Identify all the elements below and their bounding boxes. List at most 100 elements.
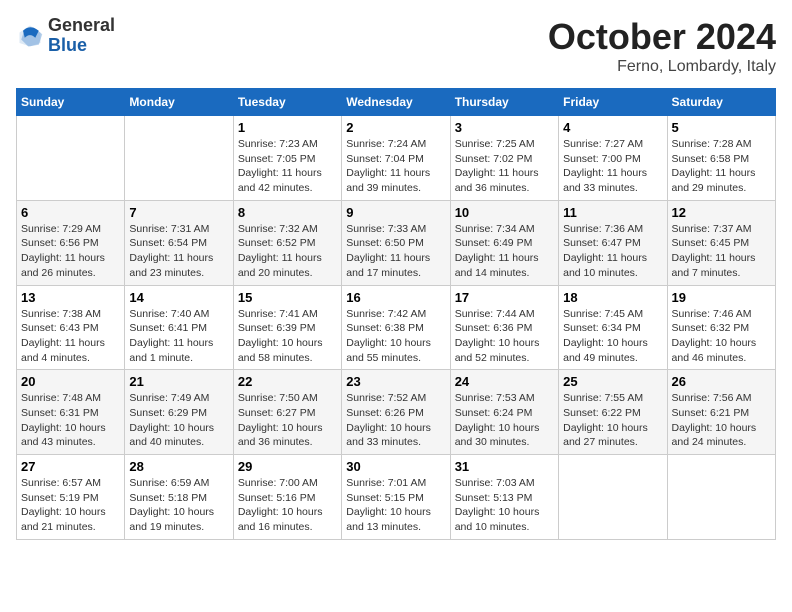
- day-number: 4: [563, 120, 662, 135]
- location: Ferno, Lombardy, Italy: [548, 58, 776, 76]
- day-detail: Sunrise: 7:53 AM Sunset: 6:24 PM Dayligh…: [455, 391, 554, 450]
- day-detail: Sunrise: 7:32 AM Sunset: 6:52 PM Dayligh…: [238, 222, 337, 281]
- day-detail: Sunrise: 7:46 AM Sunset: 6:32 PM Dayligh…: [672, 307, 771, 366]
- day-number: 29: [238, 459, 337, 474]
- day-cell: 5 Sunrise: 7:28 AM Sunset: 6:58 PM Daylig…: [667, 116, 775, 201]
- header: General Blue October 2024 Ferno, Lombard…: [16, 16, 776, 76]
- day-number: 2: [346, 120, 445, 135]
- day-detail: Sunrise: 7:28 AM Sunset: 6:58 PM Dayligh…: [672, 137, 771, 196]
- day-number: 8: [238, 205, 337, 220]
- day-cell: [559, 455, 667, 540]
- day-detail: Sunrise: 7:01 AM Sunset: 5:15 PM Dayligh…: [346, 476, 445, 535]
- day-number: 10: [455, 205, 554, 220]
- day-number: 5: [672, 120, 771, 135]
- day-number: 23: [346, 374, 445, 389]
- day-cell: 27 Sunrise: 6:57 AM Sunset: 5:19 PM Dayli…: [17, 455, 125, 540]
- day-cell: [17, 116, 125, 201]
- day-cell: 3 Sunrise: 7:25 AM Sunset: 7:02 PM Daylig…: [450, 116, 558, 201]
- day-cell: 12Sunrise: 7:37 AM Sunset: 6:45 PM Dayli…: [667, 200, 775, 285]
- day-cell: 15Sunrise: 7:41 AM Sunset: 6:39 PM Dayli…: [233, 285, 341, 370]
- day-detail: Sunrise: 7:34 AM Sunset: 6:49 PM Dayligh…: [455, 222, 554, 281]
- weekday-header-tuesday: Tuesday: [233, 89, 341, 116]
- day-detail: Sunrise: 6:59 AM Sunset: 5:18 PM Dayligh…: [129, 476, 228, 535]
- day-detail: Sunrise: 7:44 AM Sunset: 6:36 PM Dayligh…: [455, 307, 554, 366]
- day-cell: 29 Sunrise: 7:00 AM Sunset: 5:16 PM Dayli…: [233, 455, 341, 540]
- title-area: October 2024 Ferno, Lombardy, Italy: [548, 16, 776, 76]
- day-cell: 1 Sunrise: 7:23 AM Sunset: 7:05 PM Daylig…: [233, 116, 341, 201]
- week-row-1: 1 Sunrise: 7:23 AM Sunset: 7:05 PM Daylig…: [17, 116, 776, 201]
- day-number: 27: [21, 459, 120, 474]
- day-number: 13: [21, 290, 120, 305]
- day-cell: 31 Sunrise: 7:03 AM Sunset: 5:13 PM Dayli…: [450, 455, 558, 540]
- day-detail: Sunrise: 7:23 AM Sunset: 7:05 PM Dayligh…: [238, 137, 337, 196]
- logo-general: General: [48, 15, 115, 35]
- day-number: 18: [563, 290, 662, 305]
- day-number: 3: [455, 120, 554, 135]
- day-detail: Sunrise: 7:27 AM Sunset: 7:00 PM Dayligh…: [563, 137, 662, 196]
- day-number: 6: [21, 205, 120, 220]
- weekday-header-sunday: Sunday: [17, 89, 125, 116]
- day-cell: 11 Sunrise: 7:36 AM Sunset: 6:47 PM Dayli…: [559, 200, 667, 285]
- day-cell: 14Sunrise: 7:40 AM Sunset: 6:41 PM Dayli…: [125, 285, 233, 370]
- day-number: 31: [455, 459, 554, 474]
- day-detail: Sunrise: 7:36 AM Sunset: 6:47 PM Dayligh…: [563, 222, 662, 281]
- day-cell: 6 Sunrise: 7:29 AM Sunset: 6:56 PM Daylig…: [17, 200, 125, 285]
- week-row-5: 27 Sunrise: 6:57 AM Sunset: 5:19 PM Dayli…: [17, 455, 776, 540]
- day-detail: Sunrise: 7:45 AM Sunset: 6:34 PM Dayligh…: [563, 307, 662, 366]
- day-cell: [125, 116, 233, 201]
- day-number: 26: [672, 374, 771, 389]
- day-number: 25: [563, 374, 662, 389]
- day-cell: 18 Sunrise: 7:45 AM Sunset: 6:34 PM Dayli…: [559, 285, 667, 370]
- day-cell: 21 Sunrise: 7:49 AM Sunset: 6:29 PM Dayli…: [125, 370, 233, 455]
- day-cell: 4 Sunrise: 7:27 AM Sunset: 7:00 PM Daylig…: [559, 116, 667, 201]
- day-cell: 25 Sunrise: 7:55 AM Sunset: 6:22 PM Dayli…: [559, 370, 667, 455]
- day-detail: Sunrise: 7:49 AM Sunset: 6:29 PM Dayligh…: [129, 391, 228, 450]
- day-cell: 13 Sunrise: 7:38 AM Sunset: 6:43 PM Dayli…: [17, 285, 125, 370]
- day-detail: Sunrise: 7:25 AM Sunset: 7:02 PM Dayligh…: [455, 137, 554, 196]
- day-detail: Sunrise: 7:29 AM Sunset: 6:56 PM Dayligh…: [21, 222, 120, 281]
- day-cell: 19 Sunrise: 7:46 AM Sunset: 6:32 PM Dayli…: [667, 285, 775, 370]
- day-number: 21: [129, 374, 228, 389]
- logo-text: General Blue: [48, 16, 115, 56]
- day-number: 22: [238, 374, 337, 389]
- day-number: 19: [672, 290, 771, 305]
- day-cell: 28Sunrise: 6:59 AM Sunset: 5:18 PM Dayli…: [125, 455, 233, 540]
- weekday-header-row: SundayMondayTuesdayWednesdayThursdayFrid…: [17, 89, 776, 116]
- day-detail: Sunrise: 7:55 AM Sunset: 6:22 PM Dayligh…: [563, 391, 662, 450]
- month-title: October 2024: [548, 16, 776, 58]
- day-number: 12: [672, 205, 771, 220]
- day-number: 9: [346, 205, 445, 220]
- day-cell: 16Sunrise: 7:42 AM Sunset: 6:38 PM Dayli…: [342, 285, 450, 370]
- day-cell: 24Sunrise: 7:53 AM Sunset: 6:24 PM Dayli…: [450, 370, 558, 455]
- day-detail: Sunrise: 7:38 AM Sunset: 6:43 PM Dayligh…: [21, 307, 120, 366]
- day-cell: 30 Sunrise: 7:01 AM Sunset: 5:15 PM Dayli…: [342, 455, 450, 540]
- day-number: 17: [455, 290, 554, 305]
- day-cell: 22 Sunrise: 7:50 AM Sunset: 6:27 PM Dayli…: [233, 370, 341, 455]
- day-detail: Sunrise: 7:24 AM Sunset: 7:04 PM Dayligh…: [346, 137, 445, 196]
- day-number: 1: [238, 120, 337, 135]
- day-number: 16: [346, 290, 445, 305]
- day-detail: Sunrise: 6:57 AM Sunset: 5:19 PM Dayligh…: [21, 476, 120, 535]
- day-cell: 20Sunrise: 7:48 AM Sunset: 6:31 PM Dayli…: [17, 370, 125, 455]
- day-cell: 8 Sunrise: 7:32 AM Sunset: 6:52 PM Daylig…: [233, 200, 341, 285]
- day-cell: 2 Sunrise: 7:24 AM Sunset: 7:04 PM Daylig…: [342, 116, 450, 201]
- week-row-2: 6 Sunrise: 7:29 AM Sunset: 6:56 PM Daylig…: [17, 200, 776, 285]
- day-detail: Sunrise: 7:00 AM Sunset: 5:16 PM Dayligh…: [238, 476, 337, 535]
- day-detail: Sunrise: 7:40 AM Sunset: 6:41 PM Dayligh…: [129, 307, 228, 366]
- day-detail: Sunrise: 7:31 AM Sunset: 6:54 PM Dayligh…: [129, 222, 228, 281]
- day-number: 15: [238, 290, 337, 305]
- day-number: 7: [129, 205, 228, 220]
- day-cell: [667, 455, 775, 540]
- week-row-3: 13 Sunrise: 7:38 AM Sunset: 6:43 PM Dayli…: [17, 285, 776, 370]
- day-cell: 7 Sunrise: 7:31 AM Sunset: 6:54 PM Daylig…: [125, 200, 233, 285]
- day-cell: 10 Sunrise: 7:34 AM Sunset: 6:49 PM Dayli…: [450, 200, 558, 285]
- weekday-header-friday: Friday: [559, 89, 667, 116]
- day-detail: Sunrise: 7:03 AM Sunset: 5:13 PM Dayligh…: [455, 476, 554, 535]
- day-number: 11: [563, 205, 662, 220]
- day-detail: Sunrise: 7:50 AM Sunset: 6:27 PM Dayligh…: [238, 391, 337, 450]
- day-detail: Sunrise: 7:48 AM Sunset: 6:31 PM Dayligh…: [21, 391, 120, 450]
- day-number: 30: [346, 459, 445, 474]
- day-cell: 23Sunrise: 7:52 AM Sunset: 6:26 PM Dayli…: [342, 370, 450, 455]
- logo-blue: Blue: [48, 35, 87, 55]
- logo: General Blue: [16, 16, 115, 56]
